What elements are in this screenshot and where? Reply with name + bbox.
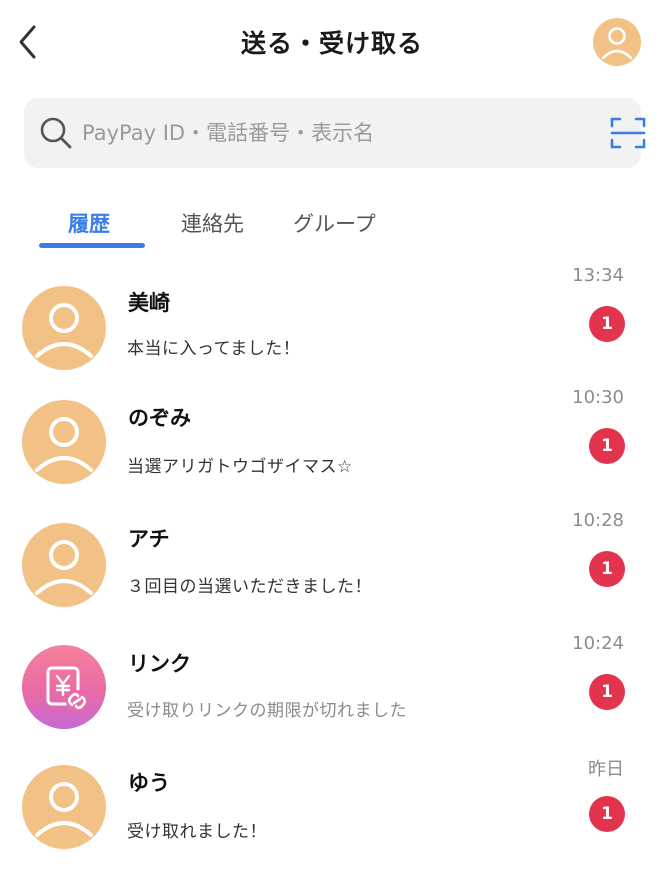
- contact-avatar: [22, 765, 106, 849]
- link-avatar: [22, 645, 106, 729]
- message-time: 13:34: [572, 265, 624, 286]
- scan-button[interactable]: [608, 115, 648, 151]
- yen-link-icon: [46, 666, 88, 712]
- contact-name: アチ: [128, 527, 170, 551]
- contact-avatar: [22, 286, 106, 370]
- search-input[interactable]: [82, 112, 572, 154]
- tab-contacts[interactable]: 連絡先: [181, 208, 244, 238]
- person-icon: [35, 782, 93, 837]
- contact-name: のぞみ: [128, 406, 191, 430]
- contact-name: ゆう: [128, 771, 170, 795]
- last-message: ３回目の当選いただきました！: [127, 577, 372, 597]
- tab-bar: 履歴 連絡先 グループ: [0, 200, 664, 256]
- person-icon: [35, 303, 93, 358]
- message-time: 10:30: [572, 387, 624, 408]
- person-icon: [35, 540, 93, 595]
- conversation-row[interactable]: ゆう 受け取れました！ 昨日 1: [0, 751, 664, 869]
- conversation-row[interactable]: リンク 受け取りリンクの期限が切れました 10:24 1: [0, 628, 664, 746]
- unread-badge: 1: [589, 306, 625, 342]
- contact-avatar: [22, 400, 106, 484]
- person-icon: [35, 417, 93, 472]
- contact-name: 美崎: [128, 291, 170, 315]
- unread-badge: 1: [589, 551, 625, 587]
- contact-avatar: [22, 523, 106, 607]
- profile-avatar-button[interactable]: [593, 18, 641, 66]
- message-time: 昨日: [588, 759, 624, 780]
- conversation-row[interactable]: アチ ３回目の当選いただきました！ 10:28 1: [0, 505, 664, 623]
- message-time: 10:24: [572, 633, 624, 654]
- last-message: 当選アリガトウゴザイマス☆: [127, 457, 353, 477]
- user-avatar-icon: [601, 27, 633, 60]
- message-time: 10:28: [572, 510, 624, 531]
- contact-name: リンク: [128, 652, 191, 676]
- page-title: 送る・受け取る: [240, 29, 423, 58]
- active-tab-indicator: [39, 243, 145, 248]
- last-message: 受け取れました！: [127, 822, 267, 842]
- last-message: 受け取りリンクの期限が切れました: [127, 701, 407, 721]
- conversation-row[interactable]: 美崎 本当に入ってました！ 13:34 1: [0, 260, 664, 378]
- scan-icon: [610, 117, 646, 149]
- send-receive-screen: 送る・受け取る PayPay ID・電話番号・表示名 履歴 連絡先 グループ 美…: [0, 0, 664, 896]
- tab-history[interactable]: 履歴: [68, 208, 110, 238]
- last-message: 本当に入ってました！: [127, 339, 301, 359]
- unread-badge: 1: [589, 428, 625, 464]
- conversation-row[interactable]: のぞみ 当選アリガトウゴザイマス☆ 10:30 1: [0, 382, 664, 500]
- tab-groups[interactable]: グループ: [293, 208, 376, 238]
- unread-badge: 1: [589, 796, 625, 832]
- unread-badge: 1: [589, 674, 625, 710]
- search-icon: [40, 117, 72, 149]
- header: 送る・受け取る: [0, 0, 664, 86]
- search-bar: [24, 98, 646, 168]
